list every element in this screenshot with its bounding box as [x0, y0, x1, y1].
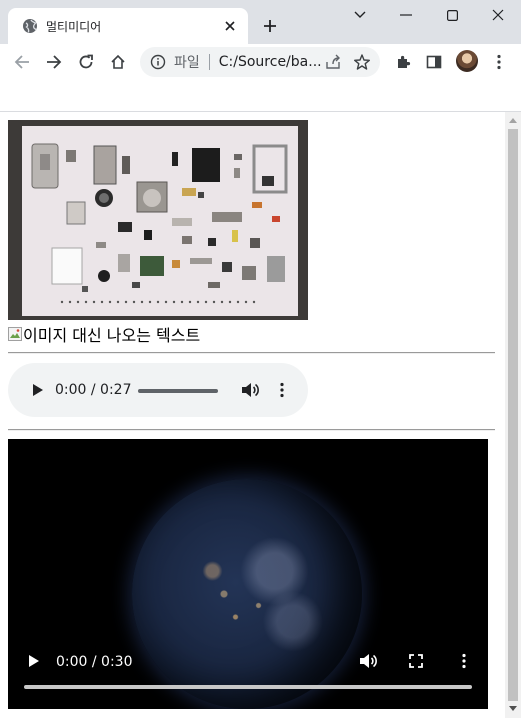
close-window-icon[interactable]	[478, 4, 518, 26]
address-chip: 파일	[174, 55, 200, 71]
play-icon[interactable]	[26, 378, 50, 402]
audio-progress-slider[interactable]	[138, 389, 218, 393]
address-bar[interactable]: 파일 C:/Source/ba...	[140, 47, 380, 77]
page-scrollbar[interactable]	[505, 112, 521, 718]
globe-icon	[22, 18, 38, 34]
image-alt-text: 이미지 대신 나오는 텍스트	[23, 326, 201, 345]
close-icon[interactable]	[218, 14, 242, 38]
horizontal-rule	[8, 352, 495, 354]
address-url[interactable]: C:/Source/ba...	[219, 54, 322, 70]
chevron-down-icon[interactable]	[340, 4, 380, 26]
back-arrow-icon[interactable]	[8, 48, 36, 76]
more-vert-icon[interactable]	[485, 48, 513, 76]
scroll-down-arrow-icon[interactable]	[509, 706, 517, 711]
audio-player[interactable]: 0:00 / 0:27	[8, 363, 308, 417]
scroll-up-arrow-icon[interactable]	[509, 118, 517, 123]
profile-avatar[interactable]	[456, 50, 478, 72]
video-player[interactable]: 0:00 / 0:30	[8, 439, 488, 709]
horizontal-rule	[8, 429, 495, 431]
home-icon[interactable]	[104, 48, 132, 76]
forward-arrow-icon[interactable]	[40, 48, 68, 76]
bookmark-star-icon[interactable]	[353, 53, 371, 71]
fullscreen-icon[interactable]	[404, 649, 428, 673]
address-separator	[208, 54, 210, 70]
maximize-icon[interactable]	[432, 4, 472, 26]
video-time: 0:00 / 0:30	[56, 654, 133, 670]
info-icon[interactable]	[150, 54, 166, 70]
audio-time: 0:00 / 0:27	[55, 382, 132, 398]
puzzle-icon[interactable]	[389, 48, 417, 76]
broken-image-icon	[8, 327, 22, 341]
video-progress-slider[interactable]	[24, 685, 472, 689]
tab-strip: 멀티미디어	[0, 0, 521, 44]
audio-more-icon[interactable]	[270, 378, 294, 402]
broken-image: 이미지 대신 나오는 텍스트	[8, 323, 200, 345]
scrollbar-thumb[interactable]	[508, 129, 518, 701]
minimize-icon[interactable]	[386, 4, 426, 26]
tab-active[interactable]: 멀티미디어	[8, 8, 248, 44]
side-panel-icon[interactable]	[420, 48, 448, 76]
video-volume-icon[interactable]	[356, 649, 380, 673]
new-tab-button[interactable]	[258, 14, 282, 38]
browser-toolbar: 파일 C:/Source/ba...	[0, 44, 521, 80]
video-play-icon[interactable]	[22, 649, 46, 673]
video-more-icon[interactable]	[452, 649, 476, 673]
disassembled-camera-image	[22, 126, 298, 316]
page-viewport: 이미지 대신 나오는 텍스트 0:00 / 0:27 0:00 / 0:30	[0, 112, 505, 718]
camera-parts-photo	[8, 120, 308, 320]
earth-night-video-frame	[132, 479, 362, 709]
volume-icon[interactable]	[238, 378, 262, 402]
tab-title: 멀티미디어	[46, 19, 102, 34]
reload-icon[interactable]	[72, 48, 100, 76]
share-icon[interactable]	[324, 53, 342, 71]
